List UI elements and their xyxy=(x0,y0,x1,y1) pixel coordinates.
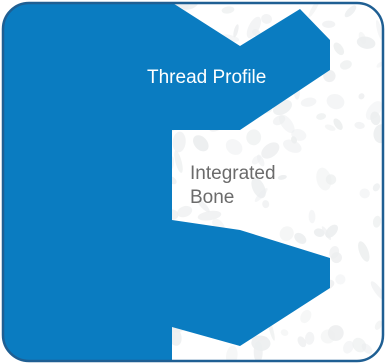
integrated-bone-label-line1: Integrated xyxy=(190,163,276,184)
thread-profile-label: Thread Profile xyxy=(147,67,267,88)
thread-bone-diagram: Thread Profile Integrated Bone xyxy=(0,0,386,364)
bone-speckle xyxy=(322,20,336,28)
integrated-bone-label: Integrated Bone xyxy=(190,162,310,210)
integrated-bone-label-line2: Bone xyxy=(190,187,235,208)
